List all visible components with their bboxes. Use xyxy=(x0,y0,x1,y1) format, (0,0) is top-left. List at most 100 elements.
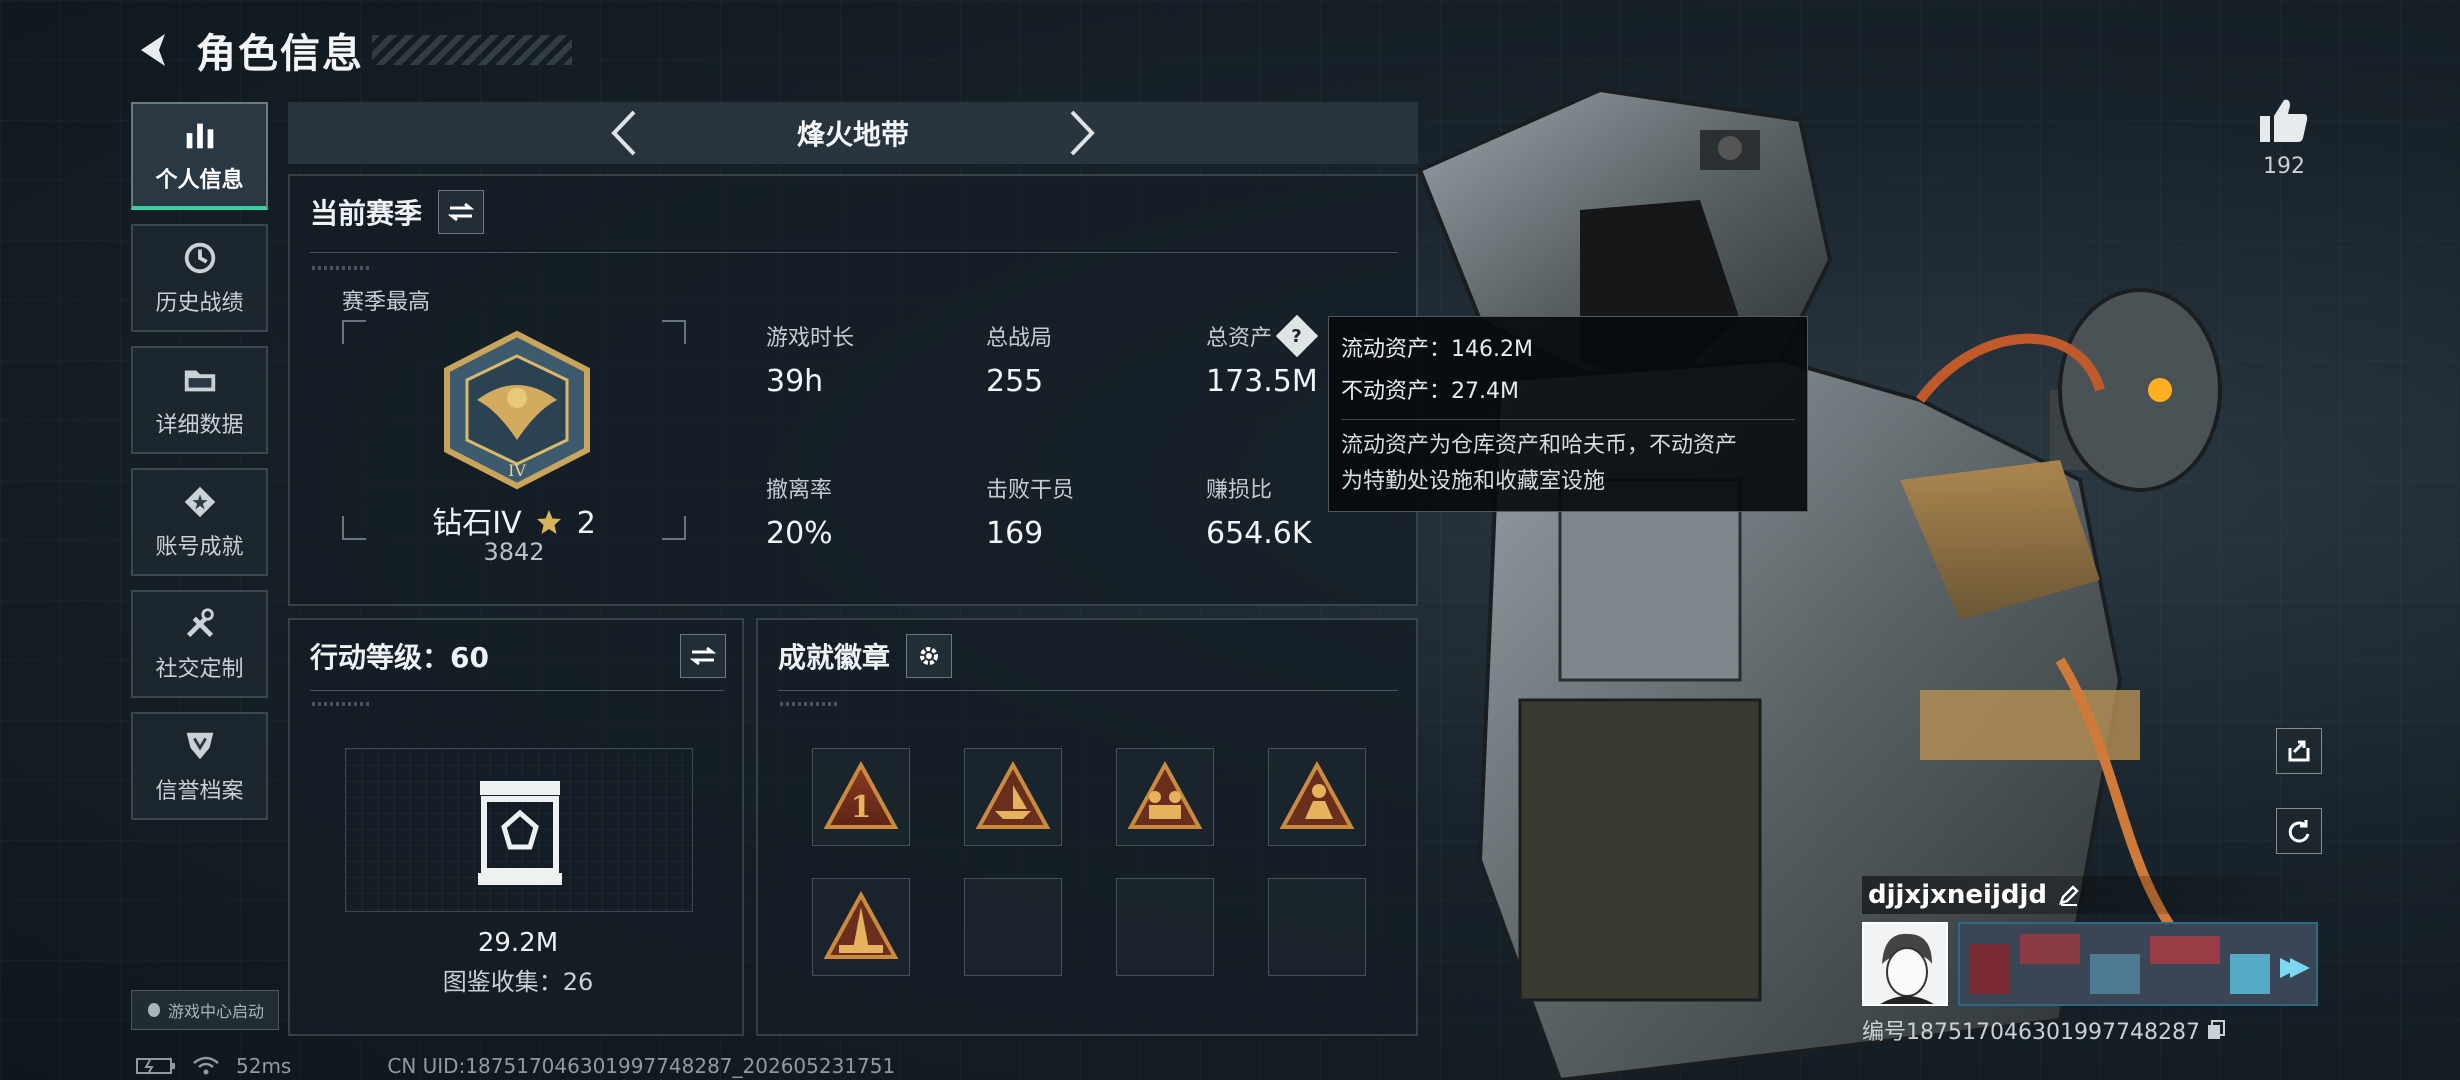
achievement-badges-panel: 成就徽章 1 xyxy=(756,618,1418,1036)
stat-total-assets: 总资产 ? 173.5M xyxy=(1206,314,1319,399)
like-button[interactable]: 192 xyxy=(2254,96,2314,179)
collection-case-icon xyxy=(478,781,562,885)
badge-slot-empty[interactable] xyxy=(1116,878,1214,976)
copy-icon[interactable] xyxy=(2206,1019,2226,1041)
rank-score: 3842 xyxy=(483,538,545,566)
season-switch-button[interactable] xyxy=(438,190,485,234)
page-title: 角色信息 xyxy=(196,31,364,77)
stat-label: 游戏时长 xyxy=(766,326,855,351)
sidebar-item-label: 信誉档案 xyxy=(155,779,244,804)
svg-text:IV: IV xyxy=(508,461,526,480)
badge-slot[interactable] xyxy=(1268,748,1366,846)
like-count: 192 xyxy=(2263,154,2305,179)
action-level-header: 行动等级：60 xyxy=(310,634,726,678)
sidebar-item-detailed-data[interactable]: 详细数据 xyxy=(131,346,268,454)
stat-value: 169 xyxy=(986,516,1044,551)
sidebar-item-social[interactable]: 社交定制 xyxy=(131,590,268,698)
action-level-panel: 行动等级：60 29.2M 图鉴收集：26 xyxy=(288,618,744,1036)
frame-corner xyxy=(662,320,686,344)
stat-label: 赚损比 xyxy=(1206,478,1273,503)
pixel-banner-icon xyxy=(1960,924,2316,1004)
star-icon xyxy=(537,510,562,534)
badge-tower-icon xyxy=(823,890,899,959)
badges-title: 成就徽章 xyxy=(778,641,891,674)
wifi-icon xyxy=(193,1056,219,1075)
stat-label: 撤离率 xyxy=(766,478,833,503)
collection-value: 29.2M xyxy=(477,928,559,958)
divider xyxy=(310,252,1398,253)
assets-tooltip: 流动资产：146.2M 不动资产：27.4M 流动资产为仓库资产和哈夫币，不动资… xyxy=(1328,316,1808,512)
badge-slot-empty[interactable] xyxy=(1268,878,1366,976)
gear-icon xyxy=(920,647,939,665)
season-best-label: 赛季最高 xyxy=(342,290,431,315)
frame-corner xyxy=(342,320,366,344)
player-card: djjxjxneijdjd 编号1875170463019977 xyxy=(1862,876,2322,1046)
stat-label: 总战局 xyxy=(986,326,1053,351)
share-button[interactable] xyxy=(2276,728,2322,774)
swap-icon xyxy=(448,202,475,222)
badge-slot[interactable] xyxy=(1116,748,1214,846)
sidebar-item-reputation[interactable]: 信誉档案 xyxy=(131,712,268,820)
sidebar-item-personal-info[interactable]: 个人信息 xyxy=(131,102,268,210)
achievement-icon xyxy=(184,486,215,518)
mode-prev-button[interactable] xyxy=(603,108,643,158)
collection-display[interactable] xyxy=(345,748,693,912)
stat-value: 39h xyxy=(766,364,824,399)
tools-icon xyxy=(186,608,214,638)
divider xyxy=(310,690,724,691)
chevron-left-icon xyxy=(611,110,636,156)
rank-name-row: 钻石IV 2 xyxy=(290,498,738,542)
mode-next-button[interactable] xyxy=(1063,108,1103,158)
rank-stars: 2 xyxy=(576,506,596,541)
stat-play-time: 游戏时长 39h xyxy=(766,320,854,399)
action-level-title: 行动等级：60 xyxy=(310,641,489,674)
folder-icon xyxy=(184,370,215,392)
player-id-row: 编号1875170463019977482​87 xyxy=(1862,1014,2322,1046)
shield-icon xyxy=(186,732,213,760)
chevron-right-icon xyxy=(1070,110,1095,156)
edit-icon[interactable] xyxy=(2057,883,2081,907)
sidebar-item-label: 个人信息 xyxy=(155,168,244,193)
mode-selector: 烽火地带 xyxy=(288,102,1418,164)
decorative-text xyxy=(312,702,372,706)
sidebar-item-achievements[interactable]: 账号成就 xyxy=(131,468,268,576)
badge-slot-empty[interactable] xyxy=(964,878,1062,976)
sidebar-item-label: 历史战绩 xyxy=(155,291,244,316)
badge-1-icon: 1 xyxy=(823,760,899,829)
refresh-icon xyxy=(2288,820,2310,843)
svg-text:1: 1 xyxy=(851,790,872,825)
rotate-button[interactable] xyxy=(2276,808,2322,854)
decorative-text xyxy=(312,266,372,270)
player-name: djjxjxneijdjd xyxy=(1868,880,2047,910)
avatar[interactable] xyxy=(1862,922,1948,1006)
share-icon xyxy=(2288,740,2310,762)
history-icon xyxy=(184,242,215,274)
battery-icon xyxy=(136,1058,175,1075)
season-panel-header: 当前赛季 xyxy=(310,190,485,234)
decorative-text xyxy=(780,702,840,706)
badge-slot[interactable] xyxy=(812,878,910,976)
launch-badge-label: 游戏中心启动 xyxy=(167,1002,264,1021)
stat-value: 255 xyxy=(986,364,1044,399)
uid-text: CN UID:18751704630199774828​7_2026052317… xyxy=(387,1054,896,1078)
help-icon[interactable]: ? xyxy=(1275,314,1319,358)
card-images xyxy=(1862,922,2322,1006)
page-header: 角色信息 xyxy=(130,20,572,80)
profile-banner[interactable] xyxy=(1958,922,2318,1006)
stat-label-row: 总资产 ? xyxy=(1206,314,1319,358)
action-level-switch-button[interactable] xyxy=(680,634,726,678)
stat-value: 173.5M xyxy=(1206,364,1318,399)
sidebar-item-label: 社交定制 xyxy=(155,657,244,682)
swap-icon xyxy=(690,646,716,666)
sidebar: 个人信息 历史战绩 详细数据 账号成就 社交定制 信誉档案 xyxy=(131,102,270,834)
stat-value: 654.6K xyxy=(1206,516,1312,551)
game-center-launch-badge: 游戏中心启动 xyxy=(131,990,279,1030)
badge-slot[interactable] xyxy=(964,748,1062,846)
badges-settings-button[interactable] xyxy=(906,634,953,678)
back-button[interactable] xyxy=(130,25,180,75)
sidebar-item-label: 详细数据 xyxy=(155,413,244,438)
player-name-row: djjxjxneijdjd xyxy=(1862,876,2322,914)
sidebar-item-history[interactable]: 历史战绩 xyxy=(131,224,268,332)
stat-label: 总资产 xyxy=(1206,326,1273,351)
badge-slot[interactable]: 1 xyxy=(812,748,910,846)
